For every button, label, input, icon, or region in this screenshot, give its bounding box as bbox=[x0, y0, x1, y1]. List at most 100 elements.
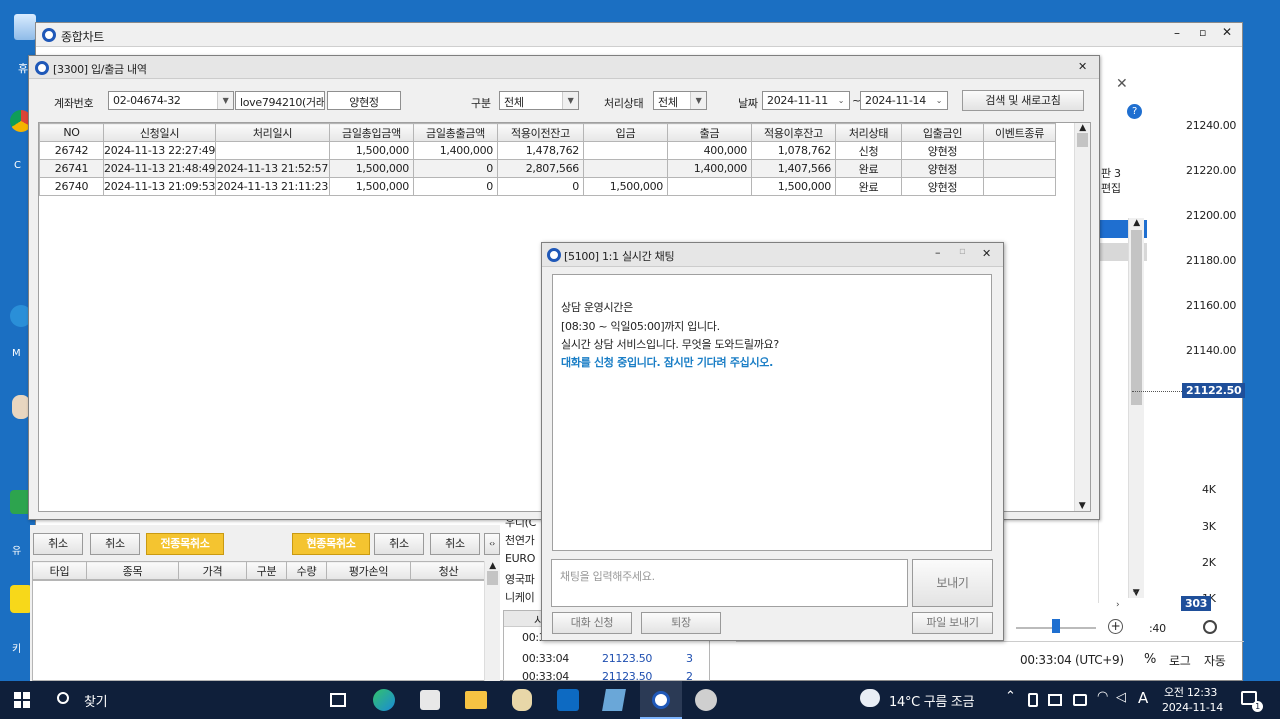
tray-app-icon[interactable] bbox=[1028, 693, 1038, 707]
zoom-in-icon[interactable]: + bbox=[1108, 619, 1123, 634]
instrument-item[interactable]: 니케이 bbox=[505, 589, 541, 605]
taskbar-search[interactable]: 찾기 bbox=[84, 691, 108, 710]
taskbar-search-icon[interactable] bbox=[57, 692, 69, 704]
deposit-col-header[interactable]: 입출금인 bbox=[901, 123, 984, 142]
send-file-button[interactable]: 파일 보내기 bbox=[912, 612, 993, 634]
recycle-bin-icon[interactable] bbox=[14, 14, 36, 40]
tray-network-icon[interactable] bbox=[1048, 694, 1062, 706]
paint-app-icon[interactable] bbox=[695, 689, 717, 711]
account-select[interactable]: 02-04674-32 ▼ bbox=[108, 91, 234, 110]
maximize-icon[interactable]: ▫ bbox=[959, 246, 966, 257]
ime-indicator[interactable]: A bbox=[1138, 689, 1148, 707]
chat-line: 실시간 상담 서비스입니다. 무엇을 도와드릴까요? bbox=[561, 338, 779, 351]
date-to-picker[interactable]: 2024-11-14 ⌄ bbox=[860, 91, 948, 110]
deposit-col-header[interactable]: 적용이전잔고 bbox=[497, 123, 584, 142]
leave-button[interactable]: 퇴장 bbox=[641, 612, 721, 634]
chevron-down-icon[interactable]: ▼ bbox=[562, 92, 578, 109]
messenger-icon[interactable] bbox=[512, 689, 532, 711]
note-app-icon[interactable] bbox=[602, 689, 626, 711]
cancel-button-3[interactable]: 취소 bbox=[374, 533, 424, 555]
settings-gear-icon[interactable] bbox=[1203, 620, 1217, 634]
wifi-icon[interactable]: ◠ bbox=[1097, 689, 1108, 704]
deposit-col-header[interactable]: 이벤트종류 bbox=[983, 123, 1056, 142]
deposit-col-header[interactable]: NO bbox=[39, 123, 104, 142]
chevron-down-icon[interactable]: ▼ bbox=[690, 92, 706, 109]
weather-text[interactable]: 14°C 구름 조금 bbox=[889, 691, 975, 710]
instrument-item[interactable]: EURO bbox=[505, 552, 541, 565]
percent-toggle[interactable]: % bbox=[1144, 652, 1156, 667]
clock-date[interactable]: 2024-11-14 bbox=[1162, 701, 1223, 714]
instrument-list: 우디(C 천연가 EURO 영국파 니케이 bbox=[503, 512, 541, 605]
help-icon[interactable]: ? bbox=[1127, 104, 1142, 119]
scroll-up-arrow[interactable]: ▲ bbox=[1075, 123, 1090, 133]
popup-close-icon[interactable]: ✕ bbox=[1116, 76, 1128, 92]
table-cell: 1,500,000 bbox=[583, 177, 668, 196]
expand-arrows-button[interactable]: ‹› bbox=[484, 533, 500, 555]
clock-time[interactable]: 오전 12:33 bbox=[1164, 684, 1217, 700]
minimize-icon[interactable]: – bbox=[935, 246, 941, 259]
table-cell: 1,500,000 bbox=[751, 177, 836, 196]
deposit-scrollbar[interactable]: ▲ ▼ bbox=[1074, 123, 1090, 511]
auto-toggle[interactable]: 자동 bbox=[1204, 652, 1226, 669]
deposit-col-header[interactable]: 금일총입금액 bbox=[329, 123, 414, 142]
type-select[interactable]: 전체 ▼ bbox=[499, 91, 579, 110]
minimize-icon[interactable]: – bbox=[1174, 26, 1180, 40]
tray-cast-icon[interactable] bbox=[1073, 694, 1087, 706]
date-from-picker[interactable]: 2024-11-11 ⌄ bbox=[762, 91, 850, 110]
cancel-button-2[interactable]: 취소 bbox=[90, 533, 140, 555]
deposit-col-header[interactable]: 적용이후잔고 bbox=[751, 123, 836, 142]
maximize-icon[interactable]: ▫ bbox=[1199, 26, 1206, 39]
close-icon[interactable]: ✕ bbox=[1222, 25, 1232, 39]
chevron-down-icon[interactable]: ⌄ bbox=[833, 92, 849, 109]
deposit-col-header[interactable]: 입금 bbox=[583, 123, 668, 142]
deposit-col-header[interactable]: 신청일시 bbox=[103, 123, 216, 142]
chat-input[interactable]: 채팅을 입력해주세요. bbox=[551, 559, 908, 607]
scroll-thumb[interactable] bbox=[1131, 230, 1142, 405]
send-button[interactable]: 보내기 bbox=[912, 559, 993, 607]
windows-start-icon[interactable] bbox=[14, 692, 30, 708]
instrument-item[interactable]: 영국파 bbox=[505, 571, 541, 587]
search-refresh-button[interactable]: 검색 및 새로고침 bbox=[962, 90, 1084, 111]
cancel-current-button[interactable]: 현종목취소 bbox=[292, 533, 370, 555]
status-select[interactable]: 전체 ▼ bbox=[653, 91, 707, 110]
chart-down-arrow[interactable]: ⌄ bbox=[1131, 585, 1139, 596]
deposit-col-header[interactable]: 처리상태 bbox=[835, 123, 902, 142]
position-scrollbar[interactable]: ▲ bbox=[484, 561, 500, 681]
tray-chevron-up-icon[interactable]: ⌃ bbox=[1005, 689, 1016, 704]
trading-app-taskbar-icon[interactable] bbox=[640, 681, 682, 719]
volume-icon[interactable]: ◁ bbox=[1116, 690, 1126, 705]
deposit-col-header[interactable]: 처리일시 bbox=[215, 123, 330, 142]
position-col-header: 수량 bbox=[286, 561, 327, 580]
scroll-thumb[interactable] bbox=[1077, 133, 1088, 147]
chevron-down-icon[interactable]: ▼ bbox=[217, 92, 233, 109]
deposit-col-header[interactable]: 금일총출금액 bbox=[413, 123, 498, 142]
scroll-up-arrow[interactable]: ▲ bbox=[1129, 218, 1144, 228]
task-view-icon[interactable] bbox=[330, 693, 346, 707]
instrument-item[interactable]: 천연가 bbox=[505, 532, 541, 548]
table-row[interactable]: 26742 2024-11-13 22:27:49 1,500,000 1,400,0… bbox=[39, 141, 1056, 160]
table-row[interactable]: 26740 2024-11-13 21:09:53 2024-11-13 21:11… bbox=[39, 177, 1056, 196]
volume-tick: 4K bbox=[1202, 483, 1216, 496]
kakao-icon[interactable] bbox=[10, 585, 32, 613]
close-icon[interactable]: ✕ bbox=[1078, 60, 1087, 73]
position-table-body bbox=[32, 580, 486, 681]
cancel-button-4[interactable]: 취소 bbox=[430, 533, 480, 555]
outlook-icon[interactable] bbox=[557, 689, 579, 711]
cancel-all-button[interactable]: 전종목취소 bbox=[146, 533, 224, 555]
cancel-button-1[interactable]: 취소 bbox=[33, 533, 83, 555]
explorer-icon[interactable] bbox=[465, 691, 487, 709]
chat-request-button[interactable]: 대화 신청 bbox=[552, 612, 632, 634]
zoom-thumb[interactable] bbox=[1052, 619, 1060, 633]
chevron-down-icon[interactable]: ⌄ bbox=[931, 92, 947, 109]
chart-scrollbar[interactable]: ▲ ▼ bbox=[1128, 218, 1144, 598]
deposit-col-header[interactable]: 출금 bbox=[667, 123, 752, 142]
horizontal-scroll-arrows[interactable]: › bbox=[1116, 600, 1120, 610]
log-toggle[interactable]: 로그 bbox=[1169, 652, 1191, 669]
table-row[interactable]: 26741 2024-11-13 21:48:49 2024-11-13 21:52… bbox=[39, 159, 1056, 178]
table-cell: 2024-11-13 22:27:49 bbox=[103, 141, 216, 160]
scroll-down-arrow[interactable]: ▼ bbox=[1075, 501, 1089, 511]
table-cell: 1,478,762 bbox=[497, 141, 584, 160]
store-icon[interactable] bbox=[420, 690, 440, 710]
close-icon[interactable]: ✕ bbox=[982, 247, 991, 260]
edge-taskbar-icon[interactable] bbox=[373, 689, 395, 711]
